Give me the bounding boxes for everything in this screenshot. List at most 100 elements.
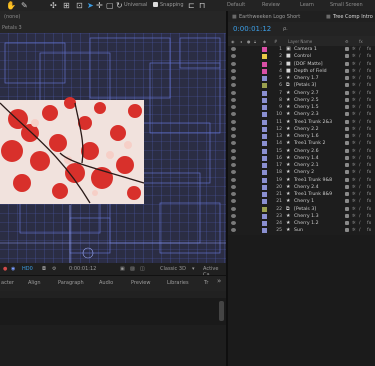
label-color-swatch[interactable] (262, 134, 267, 139)
universal-label[interactable]: Universal (124, 2, 147, 8)
layer-name[interactable]: Tree1 Trunk 2&3 (294, 120, 332, 125)
layer-name[interactable]: Camera 1 (294, 47, 317, 52)
renderer-chevron-icon[interactable]: ▾ (192, 266, 195, 272)
shy-switch[interactable] (345, 97, 349, 102)
fx-switch-icon[interactable]: fx (367, 207, 371, 212)
selection-arrow-icon[interactable]: ➤ (87, 1, 94, 10)
quality-switch-icon[interactable]: / (359, 192, 361, 197)
quality-switch-icon[interactable]: / (359, 69, 361, 74)
quality-switch-icon[interactable]: / (359, 112, 361, 117)
rectangle-icon[interactable]: ▢ (106, 1, 114, 10)
quality-switch-icon[interactable]: / (359, 134, 361, 139)
fx-switch-icon[interactable]: fx (367, 98, 371, 103)
fx-switch-icon[interactable]: fx (367, 170, 371, 175)
snap-grid-icon[interactable]: ⊓ (199, 1, 205, 10)
shy-switch[interactable] (345, 221, 349, 225)
layer-row[interactable]: 3 ■ [DOF Matte] ✲ / fx (228, 61, 375, 68)
layer-row[interactable]: 23 ★ Cherry 1.3 ✲ / fx (228, 213, 375, 220)
label-color-swatch[interactable] (262, 105, 267, 110)
view-icon[interactable]: ◫ (140, 266, 145, 272)
collapse-switch-icon[interactable]: ✲ (352, 62, 356, 67)
quality-switch-icon[interactable]: / (359, 199, 361, 204)
collapse-switch-icon[interactable]: ✲ (352, 134, 356, 139)
eye-icon[interactable] (231, 177, 236, 182)
quality-switch-icon[interactable]: / (359, 47, 361, 52)
collapse-switch-icon[interactable]: ✲ (352, 83, 356, 88)
layer-row[interactable]: 6 ⧉ [Petals 3] ✲ / fx (228, 82, 375, 89)
label-color-swatch[interactable] (262, 68, 267, 74)
eye-icon[interactable] (231, 76, 236, 80)
collapse-switch-icon[interactable]: ✲ (352, 214, 356, 219)
shy-switch[interactable] (345, 177, 349, 182)
layer-name[interactable]: Depth of Field (294, 69, 327, 74)
eye-icon[interactable] (231, 119, 236, 124)
eye-icon[interactable] (231, 228, 236, 233)
label-color-swatch[interactable] (262, 83, 267, 89)
hand-icon[interactable]: ✋ (6, 1, 16, 10)
layer-name[interactable]: [Petals 3] (294, 207, 316, 212)
fx-switch-icon[interactable]: fx (367, 192, 371, 197)
layer-name[interactable]: Cherry 1 (294, 199, 314, 204)
collapse-switch-icon[interactable]: ✲ (352, 98, 356, 103)
shy-switch[interactable] (345, 192, 349, 196)
collapse-switch-icon[interactable]: ✲ (352, 112, 356, 117)
layer-name[interactable]: Cherry 1.7 (294, 76, 319, 81)
tab-align[interactable]: Align (28, 280, 41, 286)
label-color-swatch[interactable] (262, 54, 267, 60)
eye-icon[interactable] (231, 47, 236, 51)
color-icon[interactable]: ● (3, 266, 7, 272)
collapse-switch-icon[interactable]: ✲ (352, 178, 356, 183)
eye-icon[interactable] (231, 134, 236, 138)
fx-switch-icon[interactable]: fx (367, 156, 371, 161)
eye-icon[interactable] (231, 90, 236, 95)
snap-icon[interactable]: ⊏ (188, 1, 195, 10)
fx-switch-icon[interactable]: fx (367, 120, 371, 125)
tab-paragraph[interactable]: Paragraph (58, 280, 84, 286)
move-icon[interactable]: ✛ (96, 1, 103, 10)
layer-row[interactable]: 5 ★ Cherry 1.7 ✲ / fx (228, 75, 375, 82)
workspace-small-screen[interactable]: Small Screen (330, 2, 363, 8)
fx-switch-icon[interactable]: fx (367, 91, 371, 96)
eye-icon[interactable] (231, 83, 236, 88)
region-icon[interactable]: ▣ (120, 266, 125, 272)
label-color-swatch[interactable] (262, 148, 267, 154)
tab-audio[interactable]: Audio (99, 280, 113, 286)
eye-icon[interactable] (231, 112, 236, 117)
fx-switch-icon[interactable]: fx (367, 105, 371, 110)
shy-switch[interactable] (345, 163, 349, 167)
quality-switch-icon[interactable]: / (359, 120, 361, 125)
layer-row[interactable]: 8 ★ Cherry 2.5 ✲ / fx (228, 97, 375, 104)
rotate-icon[interactable]: ↻ (116, 1, 123, 10)
composition-viewer[interactable] (0, 33, 226, 263)
snapping-label[interactable]: Snapping (160, 2, 184, 8)
current-time[interactable]: 0:00:01:12 (69, 266, 96, 272)
label-color-swatch[interactable] (262, 97, 267, 103)
collapse-switch-icon[interactable]: ✲ (352, 47, 356, 52)
shy-switch[interactable] (345, 119, 349, 124)
quality-switch-icon[interactable]: / (359, 185, 361, 190)
layer-row[interactable]: 19 ★ Tree1 Trunk 9&8 ✲ / fx (228, 177, 375, 184)
more-tabs-button[interactable]: » (217, 278, 221, 285)
layer-name[interactable]: Cherry 2.4 (294, 185, 319, 190)
label-color-swatch[interactable] (262, 184, 267, 190)
lower-panel-scrollbar[interactable] (219, 301, 224, 321)
layer-row[interactable]: 25 ★ Sun ✲ / fx (228, 227, 375, 234)
eye-icon[interactable] (231, 199, 236, 204)
collapse-switch-icon[interactable]: ✲ (352, 141, 356, 146)
fx-switch-icon[interactable]: fx (367, 149, 371, 154)
layer-name[interactable]: Cherry 2.3 (294, 112, 319, 117)
eye-icon[interactable] (231, 170, 236, 175)
collapse-switch-icon[interactable]: ✲ (352, 54, 356, 59)
eye-icon[interactable] (231, 148, 236, 153)
collapse-switch-icon[interactable]: ✲ (352, 207, 356, 212)
layer-name[interactable]: Cherry 1.6 (294, 134, 319, 139)
quality-switch-icon[interactable]: / (359, 54, 361, 59)
pin-icon[interactable]: ✎ (21, 1, 28, 10)
collapse-switch-icon[interactable]: ✲ (352, 120, 356, 125)
quality-switch-icon[interactable]: / (359, 127, 361, 132)
eye-icon[interactable] (231, 206, 236, 211)
fx-switch-icon[interactable]: fx (367, 47, 371, 52)
layer-row[interactable]: 21 ★ Tree1 Trunk 8&9 ✲ / fx (228, 191, 375, 198)
label-color-swatch[interactable] (262, 228, 267, 234)
label-color-swatch[interactable] (262, 90, 267, 96)
